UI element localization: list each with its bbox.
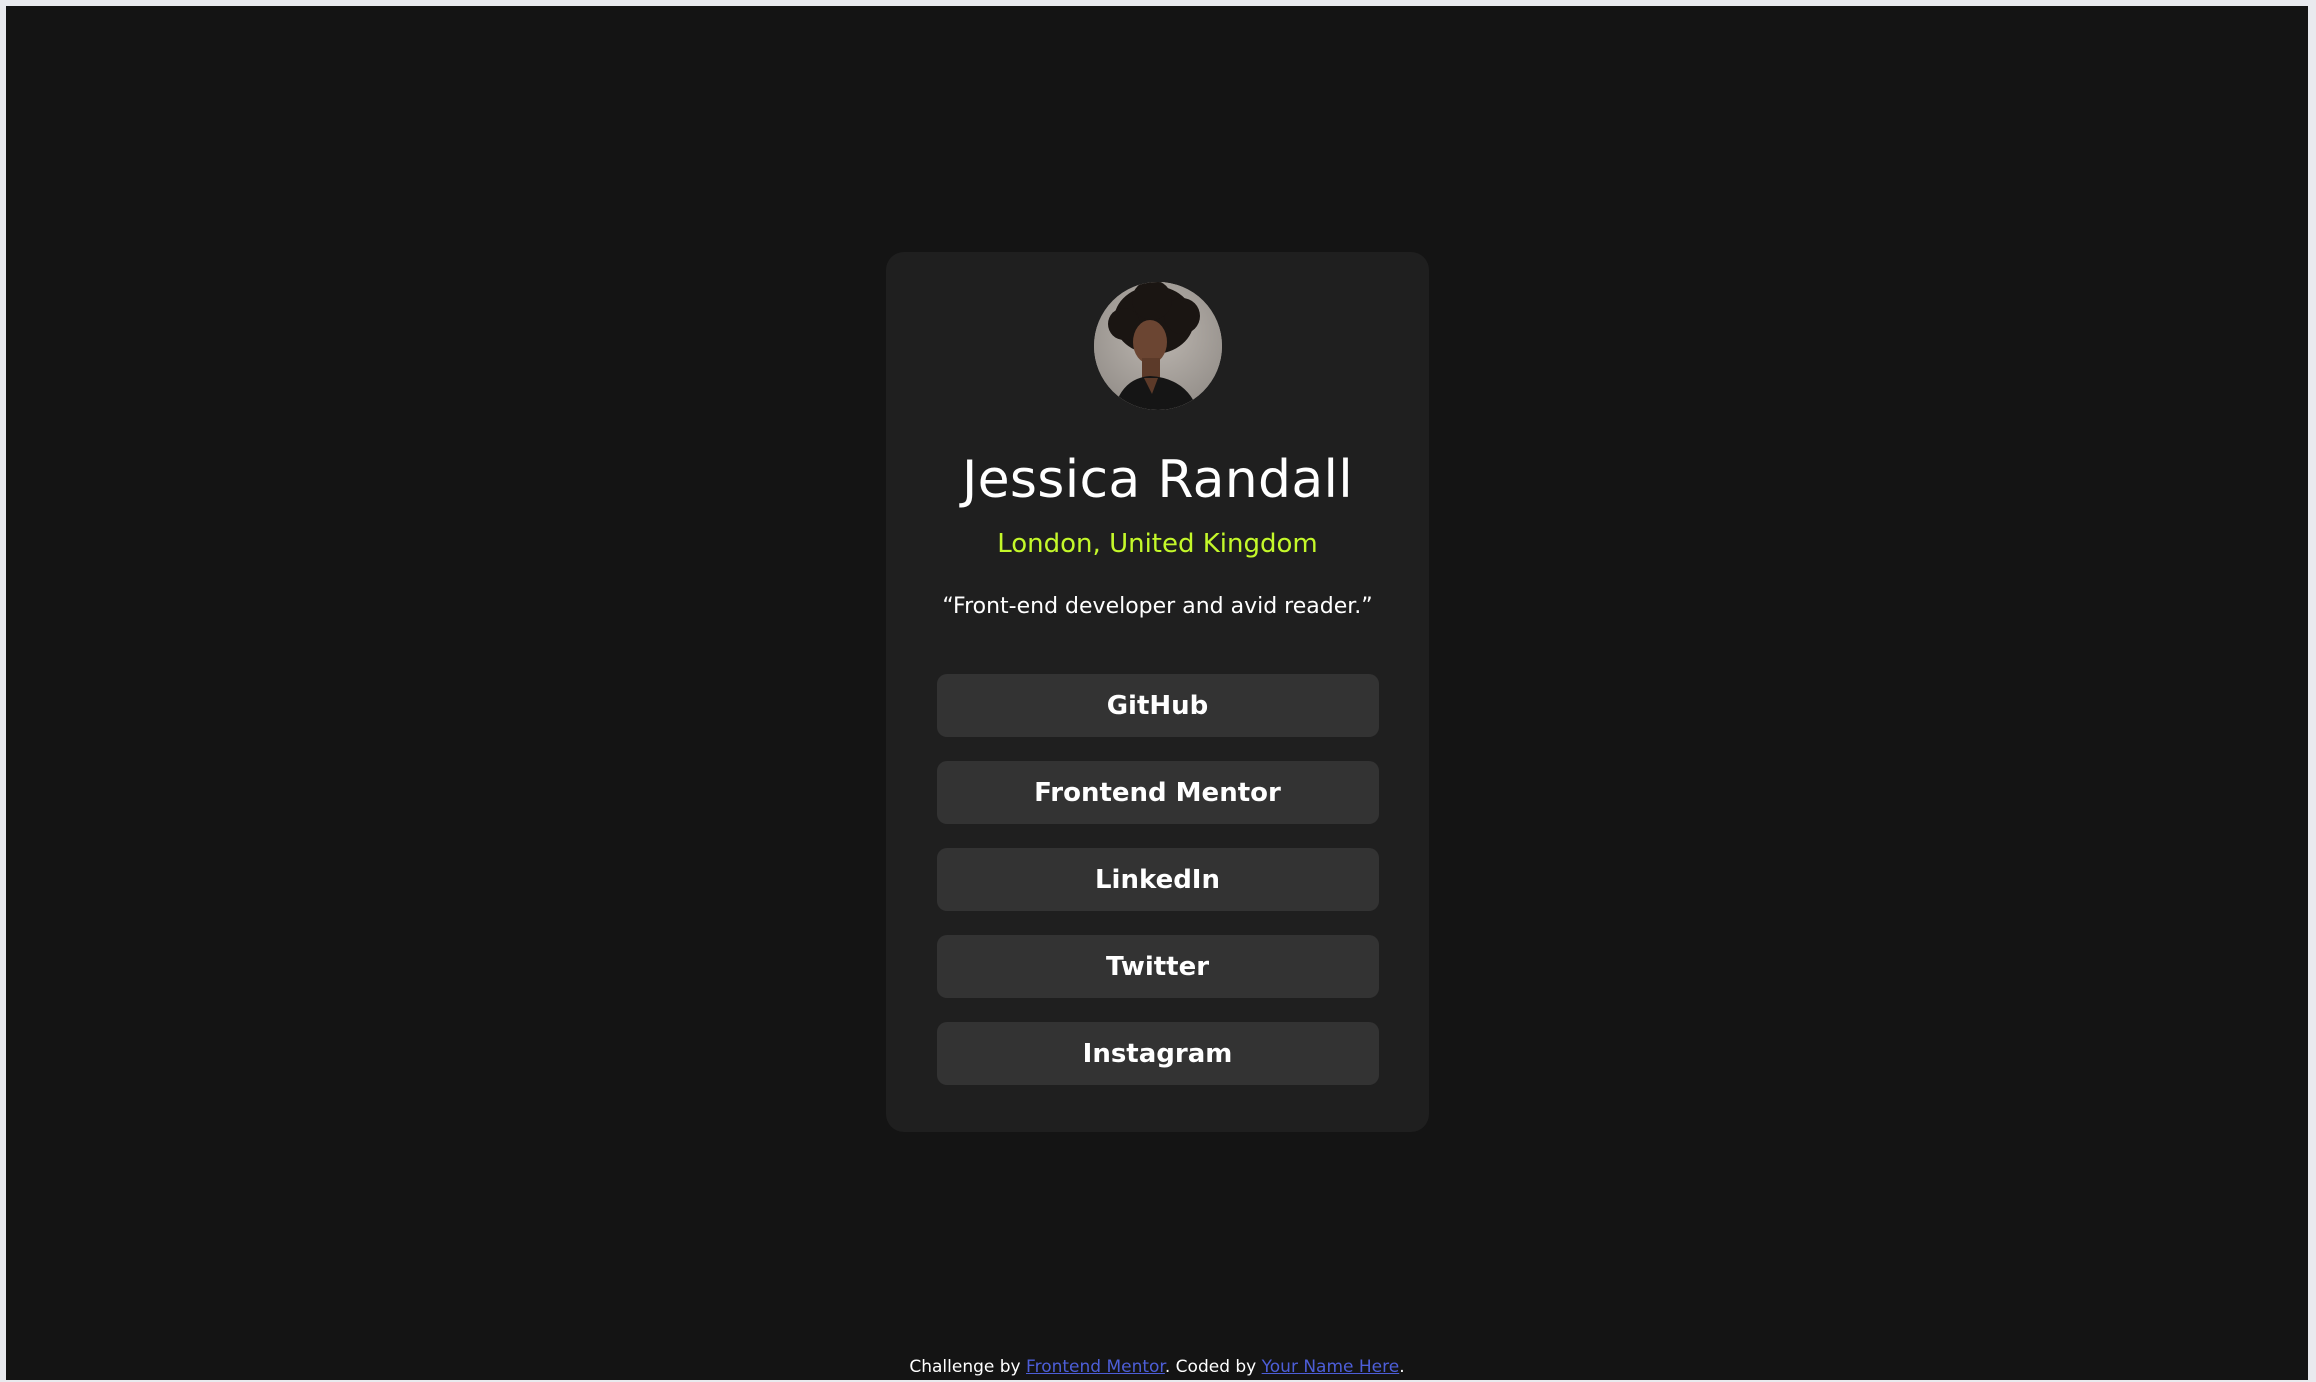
social-links: GitHub Frontend Mentor LinkedIn Twitter … xyxy=(936,674,1379,1085)
challenge-link[interactable]: Frontend Mentor xyxy=(1026,1357,1165,1377)
frontend-mentor-link-button[interactable]: Frontend Mentor xyxy=(936,761,1379,824)
attribution-suffix: . xyxy=(1399,1357,1405,1377)
attribution-prefix: Challenge by xyxy=(909,1357,1027,1377)
profile-card: Jessica Randall London, United Kingdom “… xyxy=(886,252,1429,1132)
linkedin-link-button[interactable]: LinkedIn xyxy=(936,848,1379,911)
profile-location: London, United Kingdom xyxy=(997,529,1318,559)
avatar xyxy=(1093,282,1222,410)
github-link-button[interactable]: GitHub xyxy=(936,674,1379,737)
page: Jessica Randall London, United Kingdom “… xyxy=(6,6,2308,1380)
avatar-photo-icon xyxy=(1093,282,1222,410)
instagram-link-button[interactable]: Instagram xyxy=(936,1022,1379,1085)
profile-name: Jessica Randall xyxy=(961,450,1354,510)
attribution-middle: . Coded by xyxy=(1164,1357,1262,1377)
profile-bio: “Front-end developer and avid reader.” xyxy=(942,594,1373,619)
author-link[interactable]: Your Name Here xyxy=(1262,1357,1400,1377)
attribution: Challenge by Frontend Mentor. Coded by Y… xyxy=(6,1356,2308,1378)
twitter-link-button[interactable]: Twitter xyxy=(936,935,1379,998)
